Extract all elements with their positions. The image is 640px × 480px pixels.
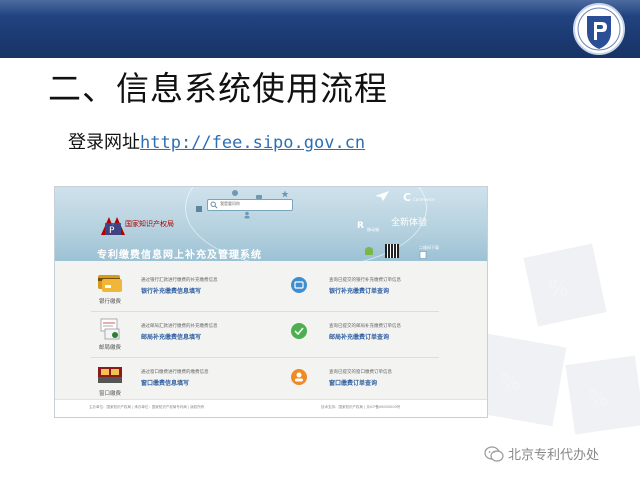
footer-right-text: 技术支持：国家知识产权局 | 京ICP备06000000号 (321, 405, 401, 409)
user-icon[interactable] (243, 211, 251, 219)
counter-window-icon (98, 367, 122, 383)
wechat-icon (484, 446, 504, 462)
row-divider (91, 357, 439, 358)
url-label: 登录网址 (68, 132, 140, 153)
post-query-link[interactable]: 邮局补充缴费订单查询 (329, 332, 389, 341)
search-text: 我是要问你 (220, 201, 240, 206)
bank-caption: 银行缴费 (98, 299, 121, 305)
window-left-desc: 通过窗口缴费进行缴费的缴费信息 (141, 370, 209, 375)
background-dice-graphic: % % % (473, 243, 640, 435)
post-payment-row: 邮局缴费 通过邮局汇款进行缴费的补充缴费信息 邮局补充缴费信息填写 查询已提交的… (91, 315, 451, 351)
window-query-link[interactable]: 窗口缴费订单查询 (329, 378, 377, 387)
bank-right-desc: 查询已提交的银行补充缴费订单信息 (329, 278, 401, 283)
embedded-website-screenshot: P 国家知识产权局 专利缴费信息网上补充及管理系统 我是要问你 C Commer… (54, 186, 488, 418)
login-url-line: 登录网址http://fee.sipo.gov.cn (68, 128, 365, 154)
commerce-c-letter: C (403, 191, 412, 204)
header-shine (0, 0, 640, 16)
fee-sipo-url-link[interactable]: http://fee.sipo.gov.cn (140, 133, 365, 153)
window-right-desc: 查询已提交的窗口缴费订单信息 (329, 370, 392, 375)
bank-fill-link[interactable]: 银行补充缴费信息填写 (141, 286, 201, 295)
document-icon[interactable] (419, 251, 427, 259)
search-window-icon[interactable] (291, 369, 307, 385)
site-search-input[interactable]: 我是要问你 (207, 199, 293, 211)
window-caption: 窗口缴费 (98, 391, 121, 397)
svg-text:P: P (109, 226, 115, 236)
bank-payment-row: 银行缴费 通过银行汇款进行缴费的补充缴费信息 银行补充缴费信息填写 查询已提交的… (91, 269, 451, 305)
row-divider (91, 311, 439, 312)
slide-title: 二、信息系统使用流程 (48, 69, 388, 108)
site-banner: P 国家知识产权局 专利缴费信息网上补充及管理系统 我是要问你 C Commer… (55, 187, 487, 269)
svg-text:%: % (588, 387, 609, 412)
android-icon[interactable] (363, 245, 375, 257)
window-fill-link[interactable]: 窗口缴费信息填写 (141, 378, 189, 387)
footer-left-text: 主办单位：国家知识产权局 | 承办单位：国家知识产权局专利局 | 版权所有 (89, 405, 205, 409)
university-shield-logo (573, 3, 625, 55)
org-name: 国家知识产权局 (125, 220, 174, 228)
post-fill-link[interactable]: 邮局补充缴费信息填写 (141, 332, 201, 341)
book-icon[interactable] (195, 205, 203, 213)
post-office-icon (100, 318, 120, 340)
window-payment-row: 窗口缴费 通过窗口缴费进行缴费的缴费信息 窗口缴费信息填写 查询已提交的窗口缴费… (91, 361, 451, 397)
search-bank-icon[interactable] (291, 277, 307, 293)
post-right-desc: 查询已提交的邮局补充缴费订单信息 (329, 324, 401, 329)
cnipa-emblem-icon: P (101, 217, 125, 236)
post-left-desc: 通过邮局汇款进行缴费的补充缴费信息 (141, 324, 218, 329)
chat-icon[interactable] (255, 193, 263, 201)
bell-icon[interactable] (231, 189, 239, 197)
mobile-subtitle: 移动端 (367, 227, 379, 232)
search-post-icon[interactable] (291, 323, 307, 339)
post-caption: 邮局缴费 (98, 345, 121, 351)
new-experience-text: 全新体验 (391, 218, 428, 228)
payment-options-panel: 银行缴费 通过银行汇款进行缴费的补充缴费信息 银行补充缴费信息填写 查询已提交的… (55, 261, 487, 399)
star-icon[interactable] (281, 190, 289, 198)
bank-left-desc: 通过银行汇款进行缴费的补充缴费信息 (141, 278, 218, 283)
svg-text:%: % (500, 371, 521, 396)
svg-text:%: % (548, 277, 569, 302)
qr-download-label: 二维码下载 (419, 245, 439, 250)
search-icon (210, 201, 218, 209)
site-footer: 主办单位：国家知识产权局 | 承办单位：国家知识产权局专利局 | 版权所有 技术… (55, 399, 487, 417)
bank-card-icon (98, 275, 122, 292)
commerce-subtitle: Commerce (413, 197, 435, 202)
mobile-r-letter: R (357, 221, 364, 231)
paper-plane-icon (375, 191, 389, 201)
bank-query-link[interactable]: 银行补充缴费订单查询 (329, 286, 389, 295)
system-slogan: 专利缴费信息网上补充及管理系统 (97, 250, 262, 261)
slide-header-bar (0, 0, 640, 58)
qr-code-image (385, 244, 399, 258)
watermark-text: 北京专利代办处 (508, 448, 600, 463)
